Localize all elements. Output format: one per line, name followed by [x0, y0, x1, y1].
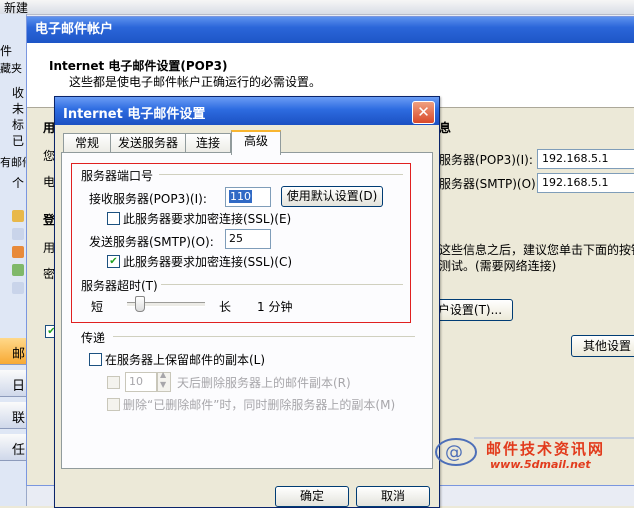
server-timeout-label: 服务器超时(T) — [81, 279, 158, 293]
ssl-incoming-checkbox[interactable] — [107, 212, 120, 225]
nav-button-calendar[interactable]: 日 — [0, 370, 26, 397]
folder-icon — [12, 282, 24, 294]
dialog-title-bar: Internet 电子邮件设置 ✕ — [55, 97, 439, 125]
nav-label: 件 — [0, 44, 13, 58]
nav-folder-sent[interactable]: 已 — [12, 132, 24, 149]
delete-when-deleted-label: 删除“已删除邮件”时，同时删除服务器上的副本(M) — [123, 398, 396, 412]
internet-email-settings-dialog: Internet 电子邮件设置 ✕ 常规 发送服务器 连接 高级 服务器端口号 … — [54, 96, 440, 508]
ssl-outgoing-checkbox[interactable]: ✔ — [107, 255, 120, 268]
timeout-short-label: 短 — [91, 300, 104, 314]
cancel-button[interactable]: 取消 — [356, 486, 430, 507]
timeout-slider-thumb[interactable] — [135, 296, 145, 312]
delete-after-days-label: 天后删除服务器上的邮件副本(R) — [177, 376, 351, 390]
hint-text: 测试。(需要网络连接) — [439, 259, 557, 273]
watermark-title: 邮件技术资讯网 — [486, 440, 606, 458]
server-ports-label: 服务器端口号 — [81, 169, 154, 183]
outgoing-port-label: 发送服务器(SMTP)(O): — [89, 235, 214, 249]
nav-folder-unread[interactable]: 未 — [12, 100, 24, 117]
nav-folder-flagged[interactable]: 标 — [12, 116, 24, 133]
outgoing-port-input[interactable]: 25 — [225, 229, 271, 249]
account-description: 这些都是使电子邮件帐户正确运行的必需设置。 — [69, 75, 322, 89]
account-heading: Internet 电子邮件设置(POP3) — [49, 59, 228, 73]
ssl-outgoing-label: 此服务器要求加密连接(SSL)(C) — [123, 255, 293, 269]
spin-up-icon[interactable]: ▲ — [160, 370, 166, 379]
tab-general[interactable]: 常规 — [63, 133, 111, 153]
folder-icon — [12, 246, 24, 258]
window-title: 电子邮件帐户 — [27, 17, 634, 43]
navigation-pane: 件 藏夹 收 未 标 已 有邮件 个 邮 日 联 任 — [0, 14, 33, 506]
tab-connection[interactable]: 连接 — [185, 133, 231, 153]
days-spinner[interactable]: ▲ ▼ — [157, 370, 171, 392]
delete-when-deleted-checkbox[interactable] — [107, 398, 120, 411]
group-divider — [159, 174, 403, 175]
dialog-title: Internet 电子邮件设置 — [63, 107, 206, 122]
outgoing-server-label: 服务器(SMTP)(O): — [439, 177, 540, 191]
more-settings-button[interactable]: 其他设置 — [571, 335, 634, 357]
keep-copy-label: 在服务器上保留邮件的副本(L) — [105, 353, 266, 367]
delete-after-days-checkbox[interactable] — [107, 376, 120, 389]
tab-advanced[interactable]: 高级 — [231, 130, 281, 155]
svg-text:@: @ — [445, 442, 463, 463]
days-input[interactable]: 10 — [125, 372, 157, 392]
top-toolbar: 新建 — [0, 0, 634, 15]
site-watermark: @ 邮件技术资讯网 www.5dmail.net — [434, 428, 634, 476]
nav-folder-inbox[interactable]: 收 — [12, 84, 24, 101]
group-divider — [161, 284, 403, 285]
nav-label: 藏夹 — [0, 62, 22, 75]
incoming-server-input[interactable]: 192.168.5.1 — [537, 149, 634, 169]
hint-text: 这些信息之后，建议您单击下面的按钮 — [439, 243, 634, 257]
incoming-port-label: 接收服务器(POP3)(I): — [89, 192, 207, 206]
nav-button-mail[interactable]: 邮 — [0, 338, 26, 365]
tab-outgoing-server[interactable]: 发送服务器 — [110, 133, 186, 153]
delivery-label: 传递 — [81, 331, 106, 345]
section-label: 息 — [439, 121, 452, 135]
folder-icon — [12, 228, 24, 240]
keep-copy-checkbox[interactable] — [89, 353, 102, 366]
incoming-server-label: 服务器(POP3)(I): — [439, 153, 533, 167]
check-icon: ✔ — [109, 256, 118, 267]
group-divider — [113, 336, 415, 337]
timeout-long-label: 长 — [219, 300, 232, 314]
ssl-incoming-label: 此服务器要求加密连接(SSL)(E) — [123, 212, 292, 226]
watermark-url: www.5dmail.net — [490, 458, 591, 471]
incoming-port-input[interactable]: 110 — [225, 187, 271, 207]
folder-icon — [12, 264, 24, 276]
ok-button[interactable]: 确定 — [275, 486, 349, 507]
folder-icon — [12, 210, 24, 222]
timeout-value: 1 分钟 — [257, 300, 293, 314]
spin-down-icon[interactable]: ▼ — [160, 380, 166, 389]
use-defaults-button[interactable]: 使用默认设置(D) — [281, 186, 383, 207]
nav-button-contacts[interactable]: 联 — [0, 402, 26, 429]
nav-button-tasks[interactable]: 任 — [0, 434, 26, 461]
outgoing-server-input[interactable]: 192.168.5.1 — [537, 173, 634, 193]
nav-personal[interactable]: 个 — [12, 174, 24, 191]
close-icon[interactable]: ✕ — [412, 101, 435, 124]
